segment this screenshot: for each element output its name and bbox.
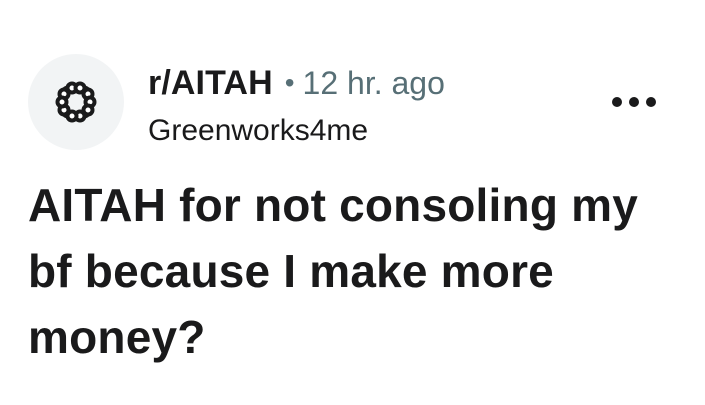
more-options-button[interactable] xyxy=(606,87,662,117)
subreddit-link[interactable]: r/AITAH xyxy=(148,64,273,103)
more-options-dot xyxy=(646,97,656,107)
more-options-dot xyxy=(629,97,639,107)
author-link[interactable]: Greenworks4me xyxy=(148,114,588,148)
post-meta: r/AITAH • 12 hr. ago Greenworks4me xyxy=(148,64,588,148)
post-header: r/AITAH • 12 hr. ago Greenworks4me xyxy=(28,54,678,154)
subreddit-network-icon xyxy=(55,81,97,123)
more-options-dot xyxy=(612,97,622,107)
subreddit-avatar[interactable] xyxy=(28,54,124,150)
meta-separator: • xyxy=(284,67,295,98)
post-time: 12 hr. ago xyxy=(302,65,445,101)
post-title[interactable]: AITAH for not consoling my bf because I … xyxy=(28,172,668,370)
post-meta-line: r/AITAH • 12 hr. ago xyxy=(148,64,588,106)
